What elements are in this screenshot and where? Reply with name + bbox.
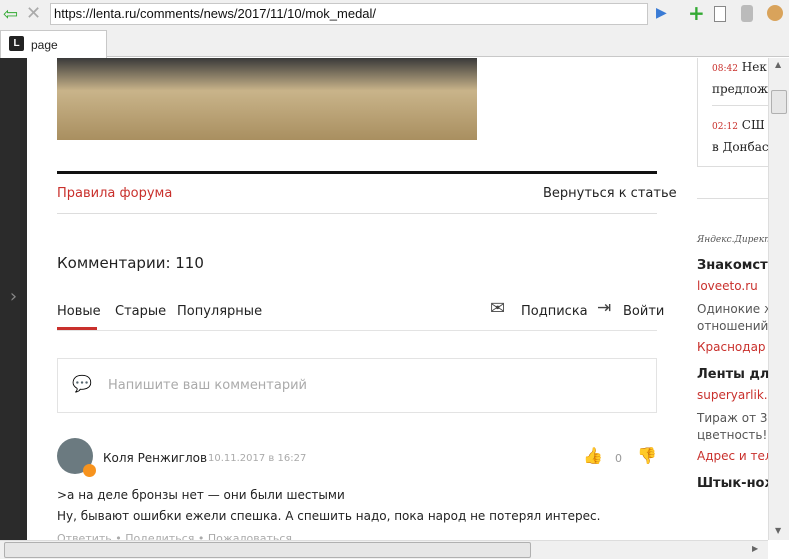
ad-domain[interactable]: superyarlik.ru	[697, 385, 768, 406]
comments-count: Комментарии: 110	[57, 254, 204, 272]
thumbs-up-icon[interactable]: 👍	[583, 446, 603, 465]
tab-popular[interactable]: Популярные	[177, 304, 262, 319]
ad-title[interactable]: Штык-нож	[697, 473, 768, 494]
horizontal-scroll-thumb[interactable]	[4, 542, 531, 558]
page-content: Правила форума Вернуться к статье Коммен…	[27, 58, 768, 540]
divider	[712, 105, 768, 106]
scroll-up-icon[interactable]: ▲	[775, 60, 781, 69]
forum-rules-link[interactable]: Правила форума	[57, 186, 172, 201]
add-icon[interactable]: +	[688, 1, 705, 25]
go-icon[interactable]: ▶	[656, 5, 667, 21]
cookie-icon[interactable]	[767, 5, 783, 21]
tab-bar	[0, 30, 789, 57]
divider	[57, 171, 657, 174]
article-image	[57, 58, 477, 140]
thumbs-down-icon[interactable]: 👎	[637, 446, 657, 465]
page-icon[interactable]	[714, 6, 726, 22]
scroll-down-icon[interactable]: ▼	[775, 526, 781, 535]
site-favicon: L	[9, 36, 24, 51]
news-item[interactable]: 08:42 Нек предлож	[712, 58, 768, 99]
comment-actions[interactable]: Ответить • Поделиться • Пожаловаться	[57, 532, 292, 540]
direct-label: Яндекс.Директ	[697, 235, 768, 245]
back-to-article-link[interactable]: Вернуться к статье	[543, 186, 677, 201]
divider	[57, 213, 657, 214]
speech-bubble-icon: 💬	[72, 374, 92, 393]
vertical-scroll-thumb[interactable]	[771, 90, 787, 114]
news-item[interactable]: 02:12 СШ в Донбас	[712, 115, 768, 157]
yandex-direct-ads: Яндекс.Директ Знакомств loveeto.ru Одино…	[697, 230, 768, 494]
database-icon[interactable]	[741, 5, 753, 22]
login-icon: ⇥	[597, 298, 612, 318]
stop-icon[interactable]: ✕	[26, 3, 41, 24]
divider	[57, 330, 657, 331]
like-count: 0	[615, 452, 622, 465]
comment-input[interactable]: 💬 Напишите ваш комментарий	[57, 358, 657, 413]
ad-title[interactable]: Ленты дл	[697, 364, 768, 385]
login-button[interactable]: Войти	[623, 304, 664, 319]
ad-link[interactable]: Адрес и тел	[697, 446, 768, 467]
back-arrow-icon[interactable]: ⇦	[3, 4, 18, 25]
subscribe-button[interactable]: Подписка	[521, 304, 588, 319]
comment-placeholder: Напишите ваш комментарий	[108, 378, 307, 393]
comment-quote: >а на деле бронзы нет — они были шестыми	[57, 488, 345, 502]
comment-text: Ну, бывают ошибки ежели спешка. А спешит…	[57, 509, 601, 523]
comment-date: 10.11.2017 в 16:27	[208, 453, 307, 464]
ad-text: Тираж от 30 цветность!	[697, 411, 768, 442]
envelope-icon: ✉	[490, 298, 506, 319]
ad-domain[interactable]: loveeto.ru	[697, 276, 768, 297]
ad-text: Одинокие ж отношений.	[697, 302, 768, 333]
tab-title: page	[31, 38, 58, 52]
url-bar[interactable]: https://lenta.ru/comments/news/2017/11/1…	[50, 3, 648, 25]
side-expand-button[interactable]: ›	[0, 58, 27, 559]
vertical-scrollbar[interactable]: ▲ ▼	[768, 58, 789, 540]
divider	[697, 198, 768, 199]
tab-new[interactable]: Новые	[57, 304, 101, 319]
browser-toolbar: ⇦ ✕ https://lenta.ru/comments/news/2017/…	[0, 0, 789, 30]
ad-title[interactable]: Знакомств	[697, 255, 768, 276]
tab-old[interactable]: Старые	[115, 304, 166, 319]
news-box: 08:42 Нек предлож 02:12 СШ в Донбас	[697, 58, 768, 167]
odnoklassniki-badge-icon	[83, 464, 96, 477]
ad-link[interactable]: Краснодар	[697, 337, 768, 358]
scroll-right-icon[interactable]: ▶	[752, 544, 758, 553]
comment-author[interactable]: Коля Ренжиглов	[103, 451, 207, 465]
horizontal-scrollbar[interactable]: ▶	[0, 540, 768, 559]
